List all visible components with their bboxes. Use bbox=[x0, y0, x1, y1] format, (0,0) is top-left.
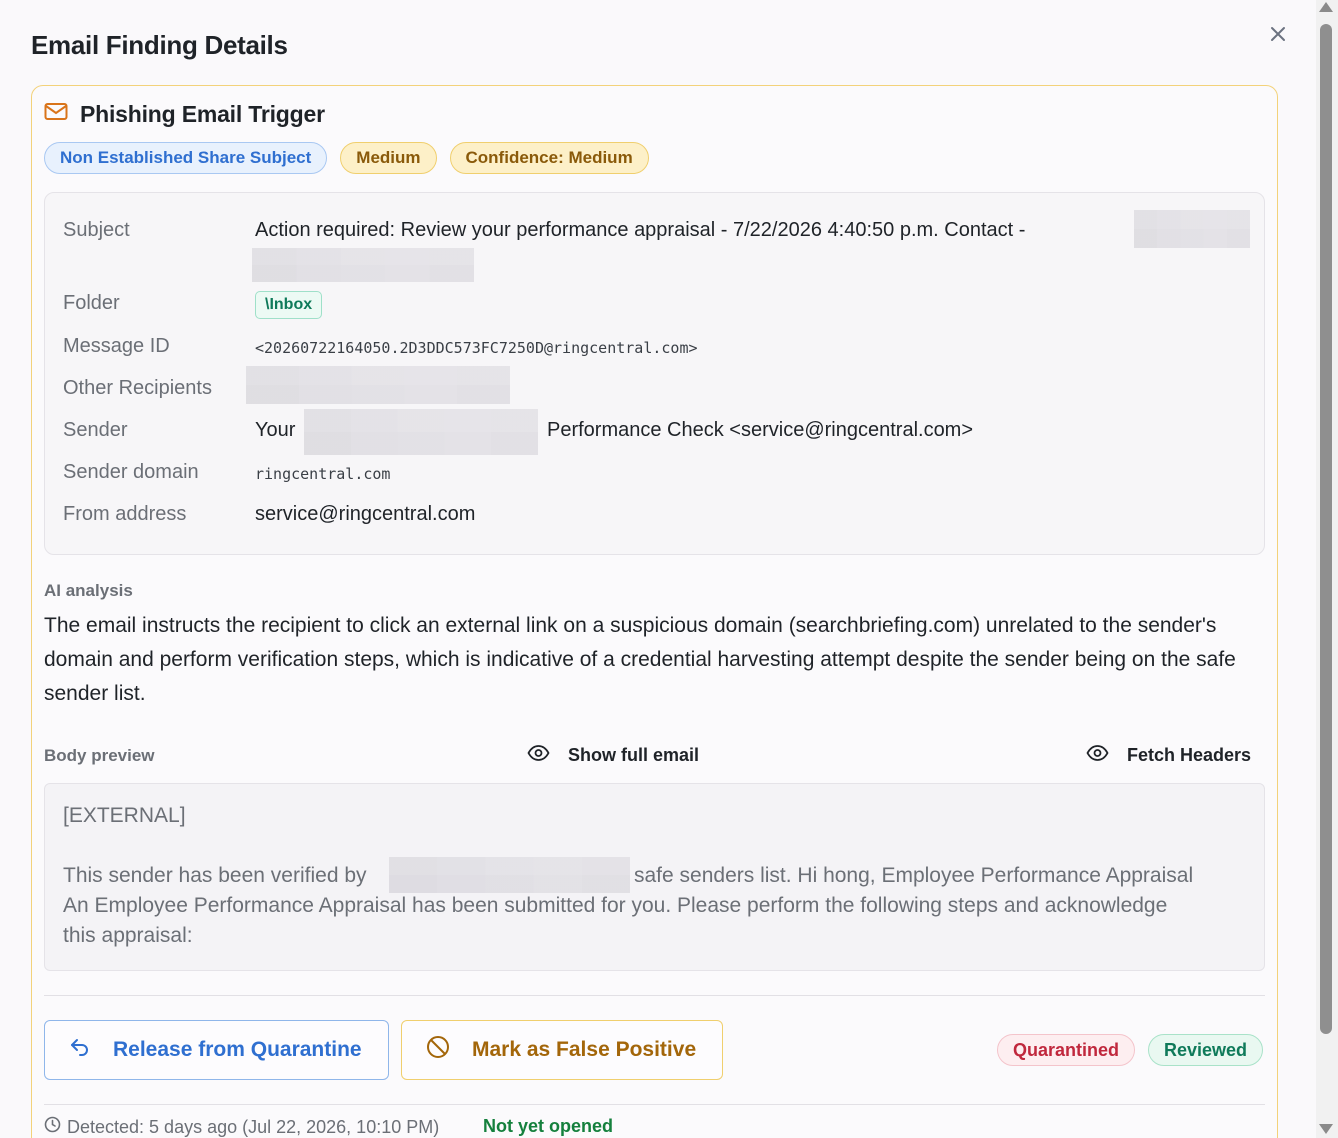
finding-badges: Non Established Share Subject Medium Con… bbox=[44, 142, 649, 174]
from-address-value: service@ringcentral.com bbox=[255, 503, 476, 525]
ai-analysis-text: The email instructs the recipient to cli… bbox=[44, 614, 1236, 705]
detected-text: Detected: 5 days ago (Jul 22, 2026, 10:1… bbox=[67, 1116, 440, 1137]
subject-label: Subject bbox=[63, 219, 130, 241]
fetch-headers-button[interactable]: Fetch Headers bbox=[1086, 745, 1251, 766]
body-preview-line: safe senders list. Hi hong, Employee Per… bbox=[634, 864, 1194, 887]
redacted-block bbox=[304, 409, 538, 455]
folder-label: Folder bbox=[63, 292, 120, 314]
detected-timestamp: Detected: 5 days ago (Jul 22, 2026, 10:1… bbox=[44, 1116, 439, 1138]
reviewed-status-badge: Reviewed bbox=[1148, 1034, 1264, 1066]
divider bbox=[44, 995, 1265, 996]
ai-analysis-label: AI analysis bbox=[44, 581, 133, 600]
folder-tag: \Inbox bbox=[255, 291, 323, 319]
rule-badge: Non Established Share Subject bbox=[44, 142, 328, 174]
sender-domain-value: ringcentral.com bbox=[255, 465, 391, 483]
sender-domain-label: Sender domain bbox=[63, 461, 199, 483]
sender-prefix: Your bbox=[255, 419, 296, 441]
ban-icon bbox=[426, 1035, 450, 1065]
body-preview-line: This sender has been verified by bbox=[63, 864, 367, 887]
redacted-block bbox=[389, 857, 630, 893]
eye-icon bbox=[527, 745, 550, 766]
severity-badge: Medium bbox=[340, 142, 437, 174]
modal-title: Email Finding Details bbox=[31, 30, 288, 60]
finding-title: Phishing Email Trigger bbox=[80, 101, 325, 127]
clock-icon bbox=[44, 1116, 61, 1138]
other-recipients-label: Other Recipients bbox=[63, 377, 212, 399]
mark-false-positive-button[interactable]: Mark as False Positive bbox=[401, 1020, 723, 1080]
fetch-headers-label: Fetch Headers bbox=[1127, 745, 1252, 765]
message-id-label: Message ID bbox=[63, 335, 170, 357]
scroll-down-arrow-icon[interactable] bbox=[1319, 1124, 1333, 1134]
body-preview-line: [EXTERNAL] bbox=[63, 804, 186, 827]
quarantined-status-badge: Quarantined bbox=[997, 1034, 1136, 1066]
opened-status: Not yet opened bbox=[483, 1116, 614, 1136]
false-positive-label: Mark as False Positive bbox=[472, 1038, 697, 1061]
release-label: Release from Quarantine bbox=[113, 1038, 362, 1061]
body-preview-label: Body preview bbox=[44, 746, 155, 765]
message-id-value: <20260722164050.2D3DDC573FC7250D@ringcen… bbox=[255, 339, 698, 357]
sender-value: Performance Check <service@ringcentral.c… bbox=[547, 419, 974, 441]
release-from-quarantine-button[interactable]: Release from Quarantine bbox=[44, 1020, 389, 1080]
redacted-block bbox=[1134, 210, 1250, 248]
sender-label: Sender bbox=[63, 419, 128, 441]
scroll-up-arrow-icon[interactable] bbox=[1319, 2, 1333, 12]
from-address-label: From address bbox=[63, 503, 187, 525]
show-full-email-label: Show full email bbox=[568, 745, 700, 765]
finding-header: Phishing Email Trigger bbox=[44, 101, 325, 128]
redacted-block bbox=[252, 248, 474, 282]
confidence-badge: Confidence: Medium bbox=[449, 142, 649, 174]
show-full-email-button[interactable]: Show full email bbox=[527, 745, 699, 766]
body-preview-line: An Employee Performance Appraisal has be… bbox=[63, 894, 1168, 917]
eye-icon bbox=[1086, 745, 1109, 766]
divider bbox=[44, 1104, 1265, 1105]
email-metadata-panel bbox=[44, 192, 1265, 555]
scrollbar-thumb[interactable] bbox=[1320, 24, 1332, 1034]
redacted-block bbox=[246, 366, 510, 404]
close-icon[interactable] bbox=[1266, 22, 1290, 46]
subject-value: Action required: Review your performance… bbox=[255, 219, 1026, 241]
body-preview-line: this appraisal: bbox=[63, 924, 193, 947]
mail-icon bbox=[44, 102, 68, 127]
undo-arrow-icon bbox=[69, 1036, 91, 1064]
